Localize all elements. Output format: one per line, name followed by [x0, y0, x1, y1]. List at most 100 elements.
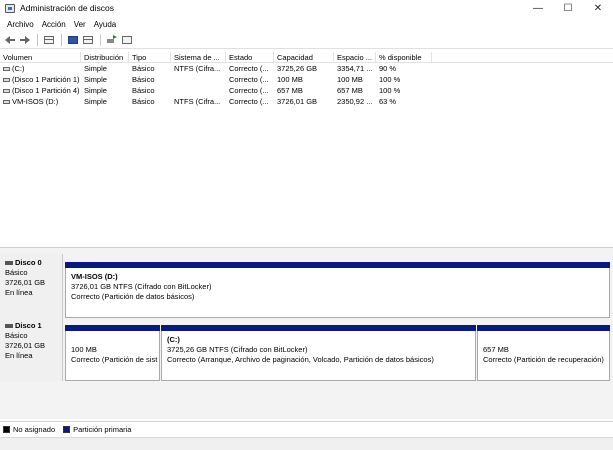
view-icon[interactable]: [120, 33, 134, 47]
legend-swatch-blue: [63, 425, 71, 433]
cell-porcentaje: 100 %: [379, 86, 401, 95]
toolbar: [0, 31, 613, 49]
column-header-tipo[interactable]: Tipo: [129, 52, 171, 62]
cell-tipo: Básico: [132, 75, 155, 84]
minimize-button[interactable]: —: [523, 0, 553, 16]
menu-ver[interactable]: Ver: [70, 20, 90, 29]
cell-distribucion: Simple: [84, 75, 107, 84]
partition-info: 3725,26 GB NTFS (Cifrado con BitLocker): [167, 345, 308, 354]
partition-title: [483, 335, 604, 345]
disk-1-status: En línea: [5, 351, 33, 360]
disk-0-type: Básico: [5, 268, 28, 277]
disk-1-size: 3726,01 GB: [5, 341, 46, 350]
console-tree-icon[interactable]: [42, 33, 56, 47]
cell-volumen: (Disco 1 Partición 4): [0, 85, 81, 96]
menu-accion[interactable]: Acción: [38, 20, 70, 29]
cell-tipo: Básico: [132, 86, 155, 95]
partition-recovery[interactable]: 657 MB Correcto (Partición de recuperaci…: [477, 325, 610, 381]
legend-swatch-black: [3, 425, 10, 433]
cell-porcentaje: 90 %: [379, 64, 397, 73]
back-arrow-icon[interactable]: [3, 33, 17, 47]
disk-1-name: Disco 1: [15, 321, 42, 330]
cell-tipo: Básico: [132, 64, 155, 73]
cell-capacidad: 3725,26 GB: [277, 64, 318, 73]
table-row[interactable]: (C:) Simple Básico NTFS (Cifra... Correc…: [0, 63, 613, 74]
partition-info: 657 MB: [483, 345, 509, 354]
column-header-empty: [432, 52, 613, 62]
properties-icon[interactable]: [81, 33, 95, 47]
disk-0-label[interactable]: Disco 0 Básico 3726,01 GB En línea: [0, 254, 63, 318]
menu-ayuda[interactable]: Ayuda: [90, 20, 121, 29]
menu-bar: Archivo Acción Ver Ayuda: [0, 17, 613, 31]
cell-capacidad: 100 MB: [277, 75, 303, 84]
rescan-icon[interactable]: [105, 33, 119, 47]
disk-management-app-icon: [5, 3, 15, 13]
cell-porcentaje: 63 %: [379, 97, 397, 106]
cell-porcentaje: 100 %: [379, 75, 401, 84]
drive-icon: [3, 66, 10, 71]
column-header-capacidad[interactable]: Capacidad: [274, 52, 334, 62]
cell-sistema: [171, 85, 226, 96]
cell-estado: Correcto (...: [229, 86, 269, 95]
toolbar-separator: [61, 33, 62, 46]
disk-row-1: Disco 1 Básico 3726,01 GB En línea 100 M…: [0, 317, 613, 383]
column-header-volumen[interactable]: Volumen: [0, 52, 81, 62]
cell-sistema: NTFS (Cifra...: [174, 64, 221, 73]
cell-espacio: 3354,71 ...: [337, 64, 373, 73]
partition-title: VM-ISOS (D:): [71, 272, 118, 281]
partition-title: (C:): [167, 335, 180, 344]
cell-capacidad: 3726,01 GB: [277, 97, 318, 106]
close-button[interactable]: ✕: [583, 0, 613, 16]
disk-0-size: 3726,01 GB: [5, 278, 46, 287]
column-header-distribucion[interactable]: Distribución: [81, 52, 129, 62]
forward-arrow-icon[interactable]: [18, 33, 32, 47]
cell-espacio: 100 MB: [337, 75, 363, 84]
table-row[interactable]: VM-ISOS (D:) Simple Básico NTFS (Cifra..…: [0, 96, 613, 107]
cell-tipo: Básico: [132, 97, 155, 106]
menu-archivo[interactable]: Archivo: [3, 20, 38, 29]
column-header-sistema-archivos[interactable]: Sistema de ...: [171, 52, 226, 62]
drive-icon: [3, 88, 10, 93]
maximize-button[interactable]: ☐: [553, 0, 583, 16]
toolbar-separator: [100, 33, 101, 46]
table-row[interactable]: (Disco 1 Partición 4) Simple Básico Corr…: [0, 85, 613, 96]
column-header-estado[interactable]: Estado: [226, 52, 274, 62]
legend: No asignado Partición primaria: [0, 421, 613, 436]
partition-info: 3726,01 GB NTFS (Cifrado con BitLocker): [71, 282, 212, 291]
window-title: Administración de discos: [20, 3, 115, 13]
title-bar: Administración de discos — ☐ ✕: [0, 0, 613, 16]
legend-label: Partición primaria: [73, 424, 132, 434]
help-icon[interactable]: [66, 33, 80, 47]
hard-disk-icon: [5, 324, 13, 328]
cell-capacidad: 657 MB: [277, 86, 303, 95]
partition-status: Correcto (Arranque, Archivo de paginació…: [167, 355, 434, 364]
legend-primary-partition: Partición primaria: [63, 425, 131, 434]
partition-status: Correcto (Partición de recuperación): [483, 355, 604, 364]
disk-0-status: En línea: [5, 288, 33, 297]
cell-distribucion: Simple: [84, 97, 107, 106]
cell-volumen: (Disco 1 Partición 1): [0, 74, 81, 85]
hard-disk-icon: [5, 261, 13, 265]
column-header-porcentaje[interactable]: % disponible: [376, 52, 432, 62]
cell-distribucion: Simple: [84, 64, 107, 73]
cell-espacio: 657 MB: [337, 86, 363, 95]
drive-icon: [3, 77, 10, 82]
volume-list-header: Volumen Distribución Tipo Sistema de ...…: [0, 52, 613, 63]
cell-estado: Correcto (...: [229, 75, 269, 84]
cell-sistema: [171, 74, 226, 85]
legend-label: No asignado: [13, 424, 56, 434]
toolbar-separator: [37, 33, 38, 46]
partition-title: [71, 335, 154, 345]
cell-distribucion: Simple: [84, 86, 107, 95]
cell-volumen: (C:): [0, 63, 81, 74]
partition-vm-isos[interactable]: VM-ISOS (D:) 3726,01 GB NTFS (Cifrado co…: [65, 262, 610, 318]
table-row[interactable]: (Disco 1 Partición 1) Simple Básico Corr…: [0, 74, 613, 85]
partition-status: Correcto (Partición de datos básicos): [71, 292, 195, 301]
legend-unallocated: No asignado: [3, 425, 55, 434]
cell-estado: Correcto (...: [229, 97, 269, 106]
disk-1-label[interactable]: Disco 1 Básico 3726,01 GB En línea: [0, 317, 63, 381]
partition-system[interactable]: 100 MB Correcto (Partición de sist: [65, 325, 160, 381]
column-header-espacio[interactable]: Espacio ...: [334, 52, 376, 62]
partition-c[interactable]: (C:) 3725,26 GB NTFS (Cifrado con BitLoc…: [161, 325, 476, 381]
disk-graphical-view: Disco 0 Básico 3726,01 GB En línea VM-IS…: [0, 247, 613, 419]
